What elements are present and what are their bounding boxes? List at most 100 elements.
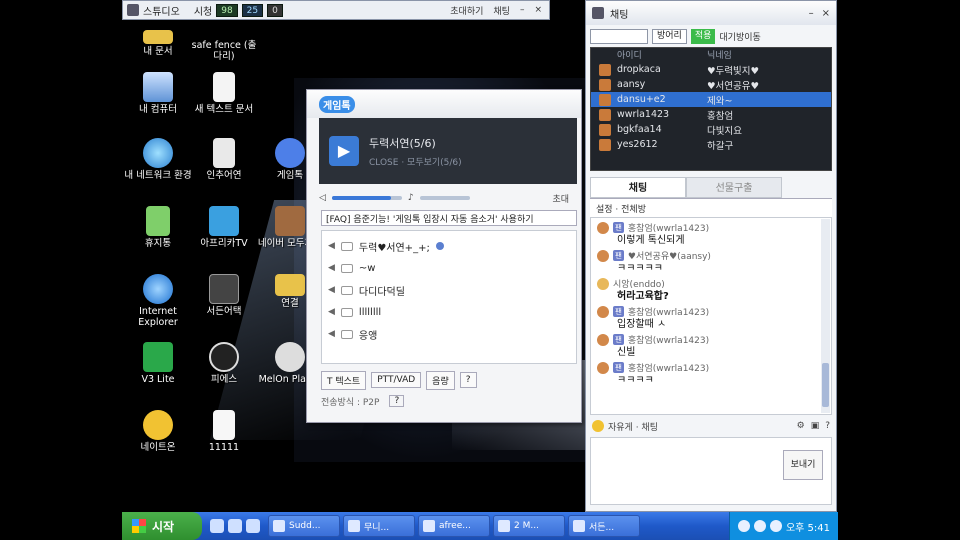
text-button[interactable]: T 텍스트	[321, 370, 367, 390]
close-icon[interactable]: ×	[822, 8, 830, 19]
volume-button[interactable]: 음량	[426, 370, 455, 390]
member-row[interactable]: ◀ 다디다덕딜	[328, 279, 570, 301]
desktop-icon-doc[interactable]: 인추어연	[188, 138, 260, 181]
avatar	[597, 333, 609, 346]
avatar	[599, 63, 611, 76]
lock-icon[interactable]: ▣	[811, 421, 820, 431]
mic-icon	[340, 285, 353, 295]
desktop-icon-afreecatv[interactable]: 아프리카TV	[188, 206, 260, 249]
minimize-icon[interactable]: –	[809, 8, 814, 19]
screen: 내 문서 safe fence (출다리) 내 컴퓨터 새 텍스트 문서 내 네…	[0, 0, 960, 540]
task-button[interactable]: afree...	[418, 515, 490, 537]
desktop-icon-ps[interactable]: 피에스	[188, 342, 260, 385]
desktop-icon-my-computer[interactable]: 내 컴퓨터	[122, 72, 194, 115]
member-name: ~w	[358, 262, 376, 274]
chat-mode[interactable]: 자유게 · 채팅	[608, 420, 658, 433]
chat-scrollbar[interactable]	[821, 219, 830, 413]
filter-select[interactable]: 방어리	[652, 28, 687, 44]
desktop-icon-nateon[interactable]: 네이트온	[122, 410, 194, 453]
chat-input[interactable]: 보내기	[590, 437, 832, 505]
task-button[interactable]: 무니...	[343, 515, 415, 537]
user-row-selected[interactable]: dansu+e2 제와~	[591, 92, 831, 107]
message-user[interactable]: 홍참엄(wwrla1423)	[628, 305, 709, 318]
fan-badge-icon: 팬	[613, 250, 624, 261]
faq-notice[interactable]: [FAQ] 음준기능! '게임톡 입장시 자동 음소거' 사용하기	[321, 210, 577, 226]
user-row[interactable]: yes2612 하갈구	[591, 137, 831, 152]
apply-button[interactable]: 적용	[690, 28, 716, 44]
task-button[interactable]: 서든...	[568, 515, 640, 537]
scroll-thumb[interactable]	[822, 363, 829, 407]
desktop-icon-v3[interactable]: V3 Lite	[122, 342, 194, 385]
help-icon[interactable]: ?	[389, 395, 405, 407]
user-row[interactable]: dropkaca ♥두력빛지♥	[591, 62, 831, 77]
invite-voice-button[interactable]: 초대	[552, 192, 569, 205]
avatar	[599, 123, 611, 136]
minimize-icon[interactable]: –	[517, 5, 528, 15]
transfer-mode: 전송방식 : P2P	[321, 397, 380, 408]
ie-icon[interactable]	[210, 519, 224, 533]
close-icon[interactable]: ×	[531, 5, 545, 15]
app-icon	[423, 520, 435, 532]
room-panel[interactable]: ▶ 두력서연(5/6) CLOSE · 모두보기(5/6)	[319, 118, 577, 184]
security-icon[interactable]	[769, 520, 782, 532]
message-user[interactable]: 홍참엄(wwrla1423)	[628, 333, 709, 346]
image-file-icon	[213, 410, 235, 440]
member-row[interactable]: ◀ llllllll	[328, 301, 570, 323]
tab-gift[interactable]: 선물구출	[686, 177, 782, 198]
media-icon[interactable]	[246, 519, 260, 533]
desktop-icon-sudden-attack[interactable]: 서든어택	[188, 274, 260, 317]
emoji-icon[interactable]	[592, 420, 604, 432]
chat-filter[interactable]: 설정 · 전체방	[590, 199, 832, 217]
folder-icon[interactable]	[228, 519, 242, 533]
send-button[interactable]: 보내기	[783, 450, 823, 480]
task-button[interactable]: Sudd...	[268, 515, 340, 537]
message-text: 신빌	[617, 347, 636, 358]
tab-chat[interactable]: 채팅	[590, 177, 686, 198]
room-sub: CLOSE · 모두보기(5/6)	[369, 157, 462, 168]
room-name: 두력서연(5/6)	[369, 136, 436, 150]
messenger-icon	[143, 410, 173, 440]
help-icon[interactable]: ?	[825, 421, 830, 431]
user-row[interactable]: wwrla1423 홍참엄	[591, 107, 831, 122]
member-row[interactable]: ◀ 응앵	[328, 323, 570, 345]
desktop-icon-ie[interactable]: Internet Explorer	[122, 274, 194, 328]
network-icon	[143, 138, 173, 168]
game-icon	[209, 274, 239, 304]
avatar	[599, 138, 611, 151]
user-row[interactable]: bgkfaa14 다빛지요	[591, 122, 831, 137]
waiting-room-button[interactable]: 대기방이동	[719, 30, 760, 43]
desktop-icon-new-text[interactable]: 새 텍스트 문서	[188, 72, 260, 115]
mic-slider[interactable]	[419, 196, 470, 200]
desktop-icon-11111[interactable]: 11111	[188, 410, 260, 453]
task-button[interactable]: 2 M...	[493, 515, 565, 537]
desktop-icon-safe-fence[interactable]: safe fence (출다리)	[188, 24, 260, 62]
desktop-icon-network[interactable]: 내 네트워크 환경	[122, 138, 194, 181]
user-row[interactable]: aansy ♥서연공유♥	[591, 77, 831, 92]
member-name: llllllll	[358, 306, 382, 318]
desktop-icon-my-documents[interactable]: 내 문서	[122, 30, 194, 57]
clock[interactable]: 오후 5:41	[786, 519, 830, 534]
message-user[interactable]: 시앙(enddo)	[613, 277, 665, 290]
chat-button[interactable]: 채팅	[490, 4, 513, 17]
message-user[interactable]: ♥서연공유♥(aansy)	[628, 249, 711, 262]
volume-slider[interactable]	[331, 196, 402, 200]
windows-flag-icon	[132, 519, 146, 533]
speaker-icon: ◀	[328, 263, 335, 273]
recycle-bin-icon	[146, 206, 170, 236]
message-user[interactable]: 홍참엄(wwrla1423)	[628, 221, 709, 234]
chat-message: 팬 홍참엄(wwrla1423) 입장할때 ㅅ	[597, 305, 825, 331]
member-row[interactable]: ◀ ~w	[328, 257, 570, 279]
settings-icon[interactable]: ⚙	[797, 421, 805, 431]
message-text: 이렇게 톡신되게	[617, 235, 685, 246]
desktop-icon-recycle-bin[interactable]: 휴지통	[122, 206, 194, 249]
member-row[interactable]: ◀ 두력♥서연+_+;	[328, 235, 570, 257]
network-icon[interactable]	[737, 520, 750, 532]
help-button[interactable]: ?	[459, 372, 477, 388]
volume-icon[interactable]	[753, 520, 766, 532]
start-button[interactable]: 시작	[122, 512, 202, 540]
message-user[interactable]: 홍참엄(wwrla1423)	[628, 361, 709, 374]
invite-button[interactable]: 초대하기	[447, 4, 486, 17]
search-input[interactable]	[590, 28, 648, 44]
chat-search-row: 방어리 적용 대기방이동	[586, 25, 836, 47]
ptt-vad-button[interactable]: PTT/VAD	[371, 372, 422, 388]
